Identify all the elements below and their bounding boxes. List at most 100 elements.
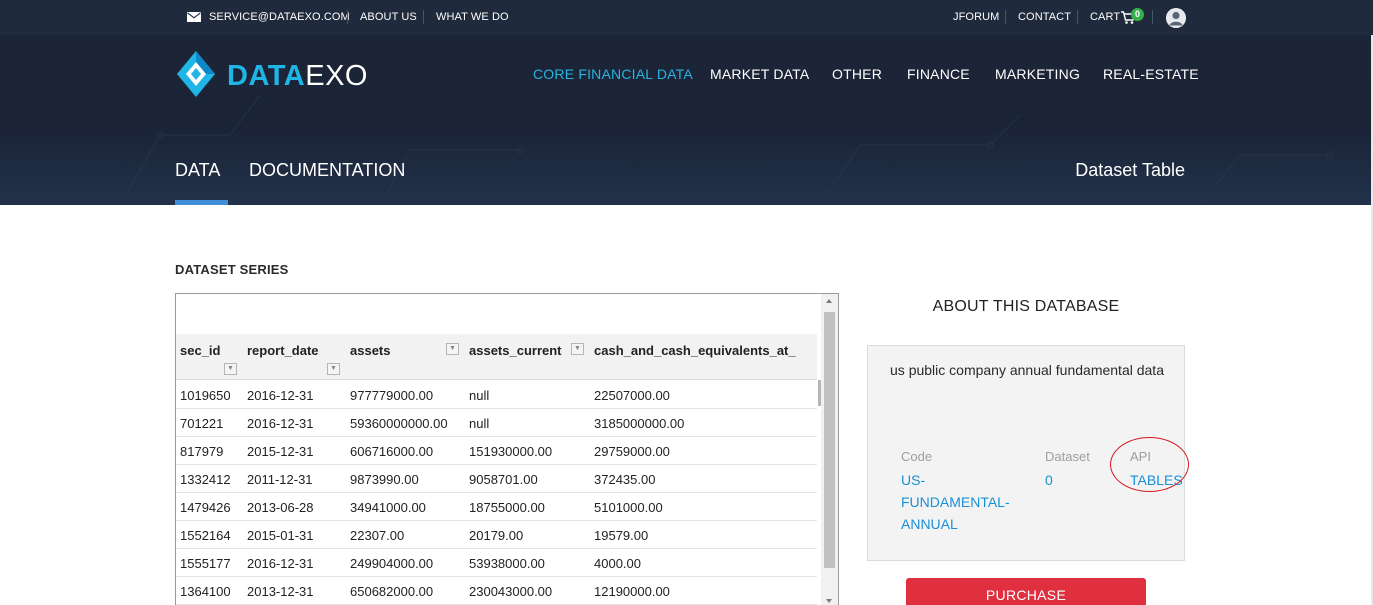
- dataset-series-grid[interactable]: sec_id report_date assets assets_current…: [175, 293, 839, 605]
- cell: 12190000.00: [594, 584, 670, 599]
- cell: null: [469, 416, 490, 431]
- cell: 4000.00: [594, 556, 641, 571]
- nav-real-estate[interactable]: REAL-ESTATE: [1103, 66, 1199, 82]
- logo-text-data: DATA: [227, 60, 306, 92]
- nav-other[interactable]: OTHER: [832, 66, 882, 82]
- about-database-title: ABOUT THIS DATABASE: [932, 298, 1120, 315]
- table-row[interactable]: 1332412 2011-12-31 9873990.00 9058701.00…: [176, 465, 817, 493]
- cell: 2016-12-31: [247, 416, 314, 431]
- database-description: us public company annual fundamental dat…: [890, 362, 1164, 378]
- divider: [1152, 10, 1153, 24]
- cell: 1019650: [180, 388, 231, 403]
- contact-link[interactable]: CONTACT: [1018, 11, 1071, 23]
- column-header[interactable]: assets_current: [469, 343, 562, 358]
- cell: 20179.00: [469, 528, 524, 543]
- column-header[interactable]: cash_and_cash_equivalents_at_: [594, 343, 796, 358]
- scrollbar-thumb[interactable]: [824, 312, 835, 568]
- scroll-up-arrow-icon[interactable]: [826, 299, 832, 303]
- table-row[interactable]: 1552164 2015-01-31 22307.00 20179.00 195…: [176, 521, 817, 549]
- grid-vertical-scrollbar[interactable]: [821, 294, 838, 605]
- cell: 22307.00: [350, 528, 405, 543]
- dataexo-logo-text[interactable]: DATAEXO: [227, 60, 368, 93]
- divider: [423, 10, 424, 24]
- cell: 1552164: [180, 528, 231, 543]
- nav-marketing[interactable]: MARKETING: [995, 66, 1080, 82]
- table-row[interactable]: 1479426 2013-06-28 34941000.00 18755000.…: [176, 493, 817, 521]
- dataexo-logo-icon[interactable]: [175, 49, 217, 99]
- cell: 19579.00: [594, 528, 649, 543]
- filter-dropdown-icon[interactable]: ▼: [446, 343, 459, 355]
- about-us-link[interactable]: ABOUT US: [360, 11, 417, 23]
- column-header[interactable]: sec_id: [180, 343, 220, 358]
- filter-dropdown-icon[interactable]: ▼: [571, 343, 584, 355]
- code-value-link[interactable]: US- FUNDAMENTAL- ANNUAL: [901, 469, 1010, 535]
- column-header[interactable]: report_date: [247, 343, 319, 358]
- cell: 9058701.00: [469, 472, 538, 487]
- cell: 2013-12-31: [247, 584, 314, 599]
- active-tab-indicator: [175, 200, 228, 205]
- logo-text-exo: EXO: [305, 60, 368, 92]
- table-row[interactable]: 1555177 2016-12-31 249904000.00 53938000…: [176, 549, 817, 577]
- annotation-highlight-circle: [1110, 437, 1189, 492]
- what-we-do-link[interactable]: WHAT WE DO: [436, 11, 509, 23]
- cell: 230043000.00: [469, 584, 553, 599]
- cell: 1332412: [180, 472, 231, 487]
- cell: 22507000.00: [594, 388, 670, 403]
- cell: 817979: [180, 444, 224, 459]
- cell: 2015-01-31: [247, 528, 314, 543]
- cell: 650682000.00: [350, 584, 434, 599]
- cell: 151930000.00: [469, 444, 553, 459]
- table-row[interactable]: 817979 2015-12-31 606716000.00 151930000…: [176, 437, 817, 465]
- divider: [1005, 10, 1006, 24]
- cell: 2013-06-28: [247, 500, 314, 515]
- divider: [1077, 10, 1078, 24]
- code-value-line: US-: [901, 472, 926, 488]
- cart-count-badge: 0: [1131, 8, 1144, 21]
- table-row[interactable]: 1019650 2016-12-31 977779000.00 null 225…: [176, 381, 817, 409]
- tab-data[interactable]: DATA: [175, 160, 220, 181]
- cell: 34941000.00: [350, 500, 426, 515]
- filter-dropdown-icon[interactable]: ▼: [224, 363, 237, 375]
- divider: [347, 10, 348, 24]
- cell: 9873990.00: [350, 472, 419, 487]
- top-utility-bar: SERVICE@DATAEXO.COM ABOUT US WHAT WE DO …: [0, 0, 1373, 35]
- cell: 977779000.00: [350, 388, 434, 403]
- nav-core-financial-data[interactable]: CORE FINANCIAL DATA: [533, 66, 693, 82]
- cell: 29759000.00: [594, 444, 670, 459]
- mail-icon: [187, 12, 201, 22]
- jforum-link[interactable]: JFORUM: [953, 11, 999, 23]
- cell: 2016-12-31: [247, 556, 314, 571]
- table-row[interactable]: 701221 2016-12-31 59360000000.00 null 31…: [176, 409, 817, 437]
- cart-link[interactable]: CART: [1090, 11, 1120, 23]
- cell: 5101000.00: [594, 500, 663, 515]
- cell: 59360000000.00: [350, 416, 448, 431]
- code-value-line: ANNUAL: [901, 516, 958, 532]
- tab-documentation[interactable]: DOCUMENTATION: [249, 160, 405, 181]
- cell: 1364100: [180, 584, 231, 599]
- cell: 2011-12-31: [247, 472, 313, 487]
- code-label: Code: [901, 449, 933, 464]
- email-link[interactable]: SERVICE@DATAEXO.COM: [209, 11, 350, 23]
- purchase-button[interactable]: PURCHASE: [906, 578, 1146, 605]
- cell: 53938000.00: [469, 556, 545, 571]
- cell: 18755000.00: [469, 500, 545, 515]
- cell: 372435.00: [594, 472, 656, 487]
- nav-finance[interactable]: FINANCE: [907, 66, 970, 82]
- filter-dropdown-icon[interactable]: ▼: [327, 363, 340, 375]
- table-row[interactable]: 1364100 2013-12-31 650682000.00 23004300…: [176, 577, 817, 605]
- dataset-value-link[interactable]: 0: [1045, 469, 1053, 491]
- column-header[interactable]: assets: [350, 343, 390, 358]
- cell: 1479426: [180, 500, 231, 515]
- grid-header-row: sec_id report_date assets assets_current…: [176, 334, 821, 406]
- cell: 701221: [180, 416, 224, 431]
- nav-market-data[interactable]: MARKET DATA: [710, 66, 809, 82]
- code-value-line: FUNDAMENTAL-: [901, 494, 1010, 510]
- cell: 1555177: [180, 556, 231, 571]
- page-title: Dataset Table: [1075, 160, 1185, 180]
- scroll-down-arrow-icon[interactable]: [826, 599, 832, 603]
- cell: null: [469, 388, 490, 403]
- user-avatar-icon[interactable]: [1166, 8, 1186, 28]
- dataset-label: Dataset: [1045, 449, 1090, 464]
- cell: 2015-12-31: [247, 444, 314, 459]
- cell: 3185000000.00: [594, 416, 685, 431]
